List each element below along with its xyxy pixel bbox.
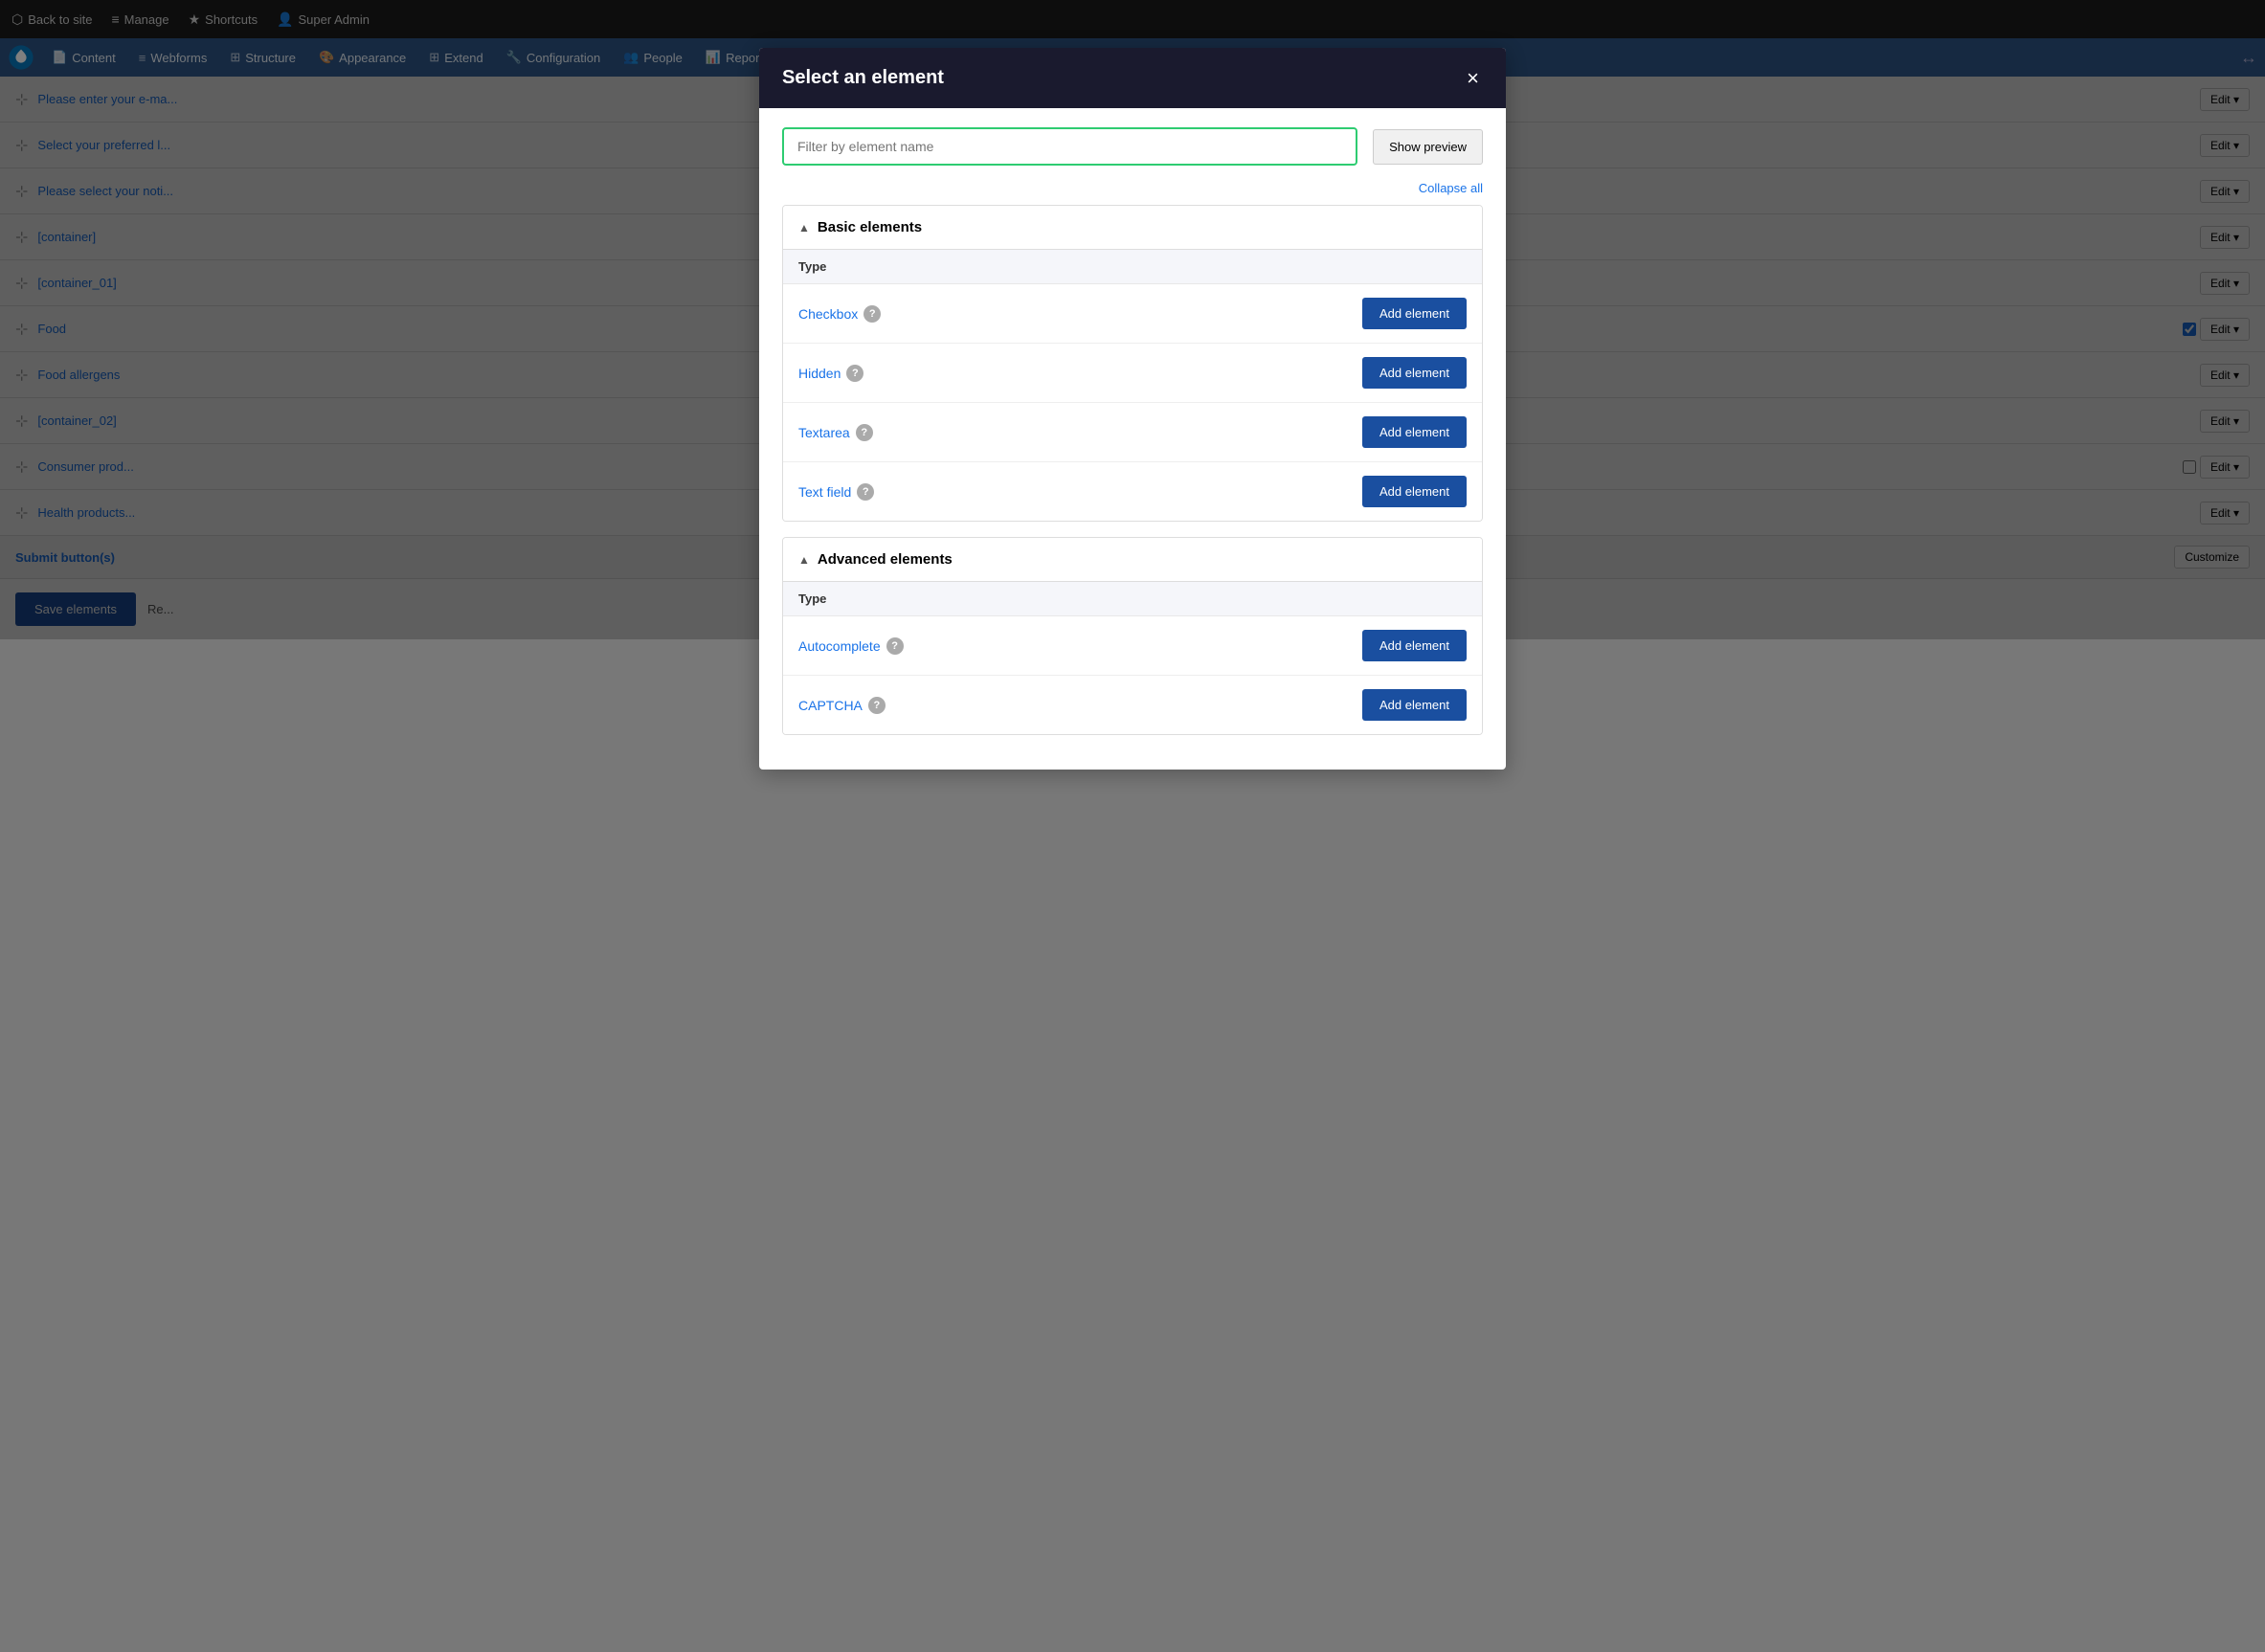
hidden-element-row: Hidden ? Add element [783, 344, 1482, 403]
textarea-add-button[interactable]: Add element [1362, 416, 1467, 448]
hidden-add-button[interactable]: Add element [1362, 357, 1467, 389]
captcha-help-icon[interactable]: ? [868, 697, 886, 714]
autocomplete-add-button[interactable]: Add element [1362, 630, 1467, 661]
advanced-type-header: Type [783, 582, 1482, 616]
collapse-all-row: Collapse all [782, 181, 1483, 195]
show-preview-button[interactable]: Show preview [1373, 129, 1483, 165]
checkbox-add-button[interactable]: Add element [1362, 298, 1467, 329]
hidden-link[interactable]: Hidden [798, 366, 841, 381]
checkbox-element-row: Checkbox ? Add element [783, 284, 1482, 344]
checkbox-link[interactable]: Checkbox [798, 306, 858, 322]
basic-elements-section: ▲ Basic elements Type Checkbox ? Add ele… [782, 205, 1483, 522]
filter-row: Show preview [782, 127, 1483, 166]
autocomplete-help-icon[interactable]: ? [886, 637, 904, 655]
autocomplete-element-row: Autocomplete ? Add element [783, 616, 1482, 676]
modal-header: Select an element × [759, 48, 1506, 108]
basic-elements-header[interactable]: ▲ Basic elements [783, 206, 1482, 250]
autocomplete-link[interactable]: Autocomplete [798, 638, 881, 654]
modal-overlay: Select an element × Show preview Collaps… [0, 0, 2265, 1652]
select-element-modal: Select an element × Show preview Collaps… [759, 48, 1506, 770]
advanced-elements-title: Advanced elements [818, 551, 953, 568]
basic-type-header: Type [783, 250, 1482, 284]
checkbox-help-icon[interactable]: ? [863, 305, 881, 323]
captcha-add-button[interactable]: Add element [1362, 689, 1467, 721]
captcha-element-row: CAPTCHA ? Add element [783, 676, 1482, 734]
basic-elements-body: Type Checkbox ? Add element Hidden ? Add… [783, 250, 1482, 521]
advanced-elements-section: ▲ Advanced elements Type Autocomplete ? … [782, 537, 1483, 735]
basic-elements-title: Basic elements [818, 219, 922, 235]
basic-section-chevron: ▲ [798, 221, 810, 234]
textarea-element-row: Textarea ? Add element [783, 403, 1482, 462]
filter-input[interactable] [782, 127, 1357, 166]
advanced-section-chevron: ▲ [798, 553, 810, 567]
advanced-elements-body: Type Autocomplete ? Add element CAPTCHA … [783, 582, 1482, 734]
hidden-help-icon[interactable]: ? [846, 365, 863, 382]
textfield-element-row: Text field ? Add element [783, 462, 1482, 521]
modal-title: Select an element [782, 67, 944, 89]
modal-body: Show preview Collapse all ▲ Basic elemen… [759, 108, 1506, 770]
textfield-add-button[interactable]: Add element [1362, 476, 1467, 507]
textfield-link[interactable]: Text field [798, 484, 851, 500]
captcha-link[interactable]: CAPTCHA [798, 698, 863, 713]
advanced-elements-header[interactable]: ▲ Advanced elements [783, 538, 1482, 582]
collapse-all-link[interactable]: Collapse all [1419, 181, 1483, 195]
textfield-help-icon[interactable]: ? [857, 483, 874, 501]
modal-close-button[interactable]: × [1463, 68, 1483, 89]
textarea-link[interactable]: Textarea [798, 425, 850, 440]
textarea-help-icon[interactable]: ? [856, 424, 873, 441]
